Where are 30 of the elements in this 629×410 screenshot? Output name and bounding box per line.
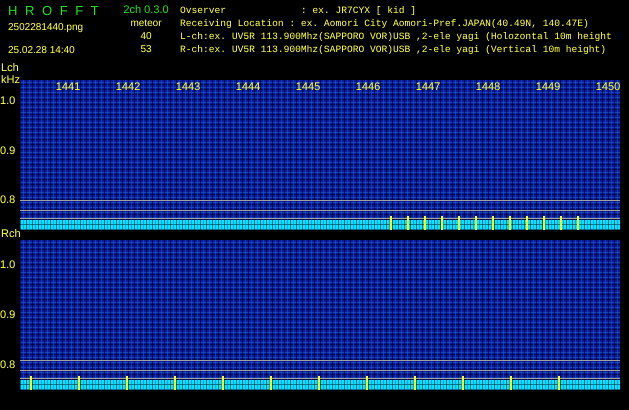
time-label: 1448 — [476, 81, 500, 93]
axis-label: 1.0 — [0, 95, 16, 107]
meteor-count: 40 — [140, 30, 152, 43]
channel-label: Rch — [1, 228, 21, 240]
info-line: Receiving Location : ex. Aomori City Aomori-Pref.JAPAN(40.49N, 140.47E) — [180, 17, 590, 30]
time-label: 1443 — [176, 81, 200, 93]
time-label: 1449 — [536, 81, 560, 93]
info-line: Ovserver : ex. JR7CYX [ kid ] — [180, 4, 418, 17]
meteor-label: meteor — [130, 17, 162, 30]
version-label: 2ch 0.3.0 — [123, 3, 169, 17]
unit-label: kHz — [1, 74, 20, 86]
time-label: 1441 — [56, 81, 80, 93]
time-label: 1450 — [596, 81, 620, 93]
axis-label: 0.8 — [0, 359, 16, 371]
file-name: 2502281440.png — [8, 21, 84, 34]
axis-label: 0.8 — [0, 194, 16, 206]
axis-label: 1.0 — [0, 259, 16, 271]
timestamp: 25.02.28 14:40 — [8, 44, 76, 57]
info-line: R-ch:ex. UV5R 113.900Mhz(SAPPORO VOR)USB ,2-ele yagi (Vertical 10m height) — [180, 43, 608, 56]
time-label: 1444 — [236, 81, 260, 93]
info-line: L-ch:ex. UV5R 113.900Mhz(SAPPORO VOR)USB ,2-ele yagi (Holozontal 10m height — [180, 30, 612, 43]
axis-label: 0.9 — [0, 145, 16, 157]
time-label: 1446 — [356, 81, 380, 93]
app-title: H R O F F T — [8, 3, 101, 19]
time-label: 1442 — [116, 81, 140, 93]
time-label: 1447 — [416, 81, 440, 93]
meteor-count: 53 — [140, 43, 152, 56]
axis-label: 0.9 — [0, 309, 16, 321]
channel-label: Lch — [1, 62, 20, 74]
time-label: 1445 — [296, 81, 320, 93]
